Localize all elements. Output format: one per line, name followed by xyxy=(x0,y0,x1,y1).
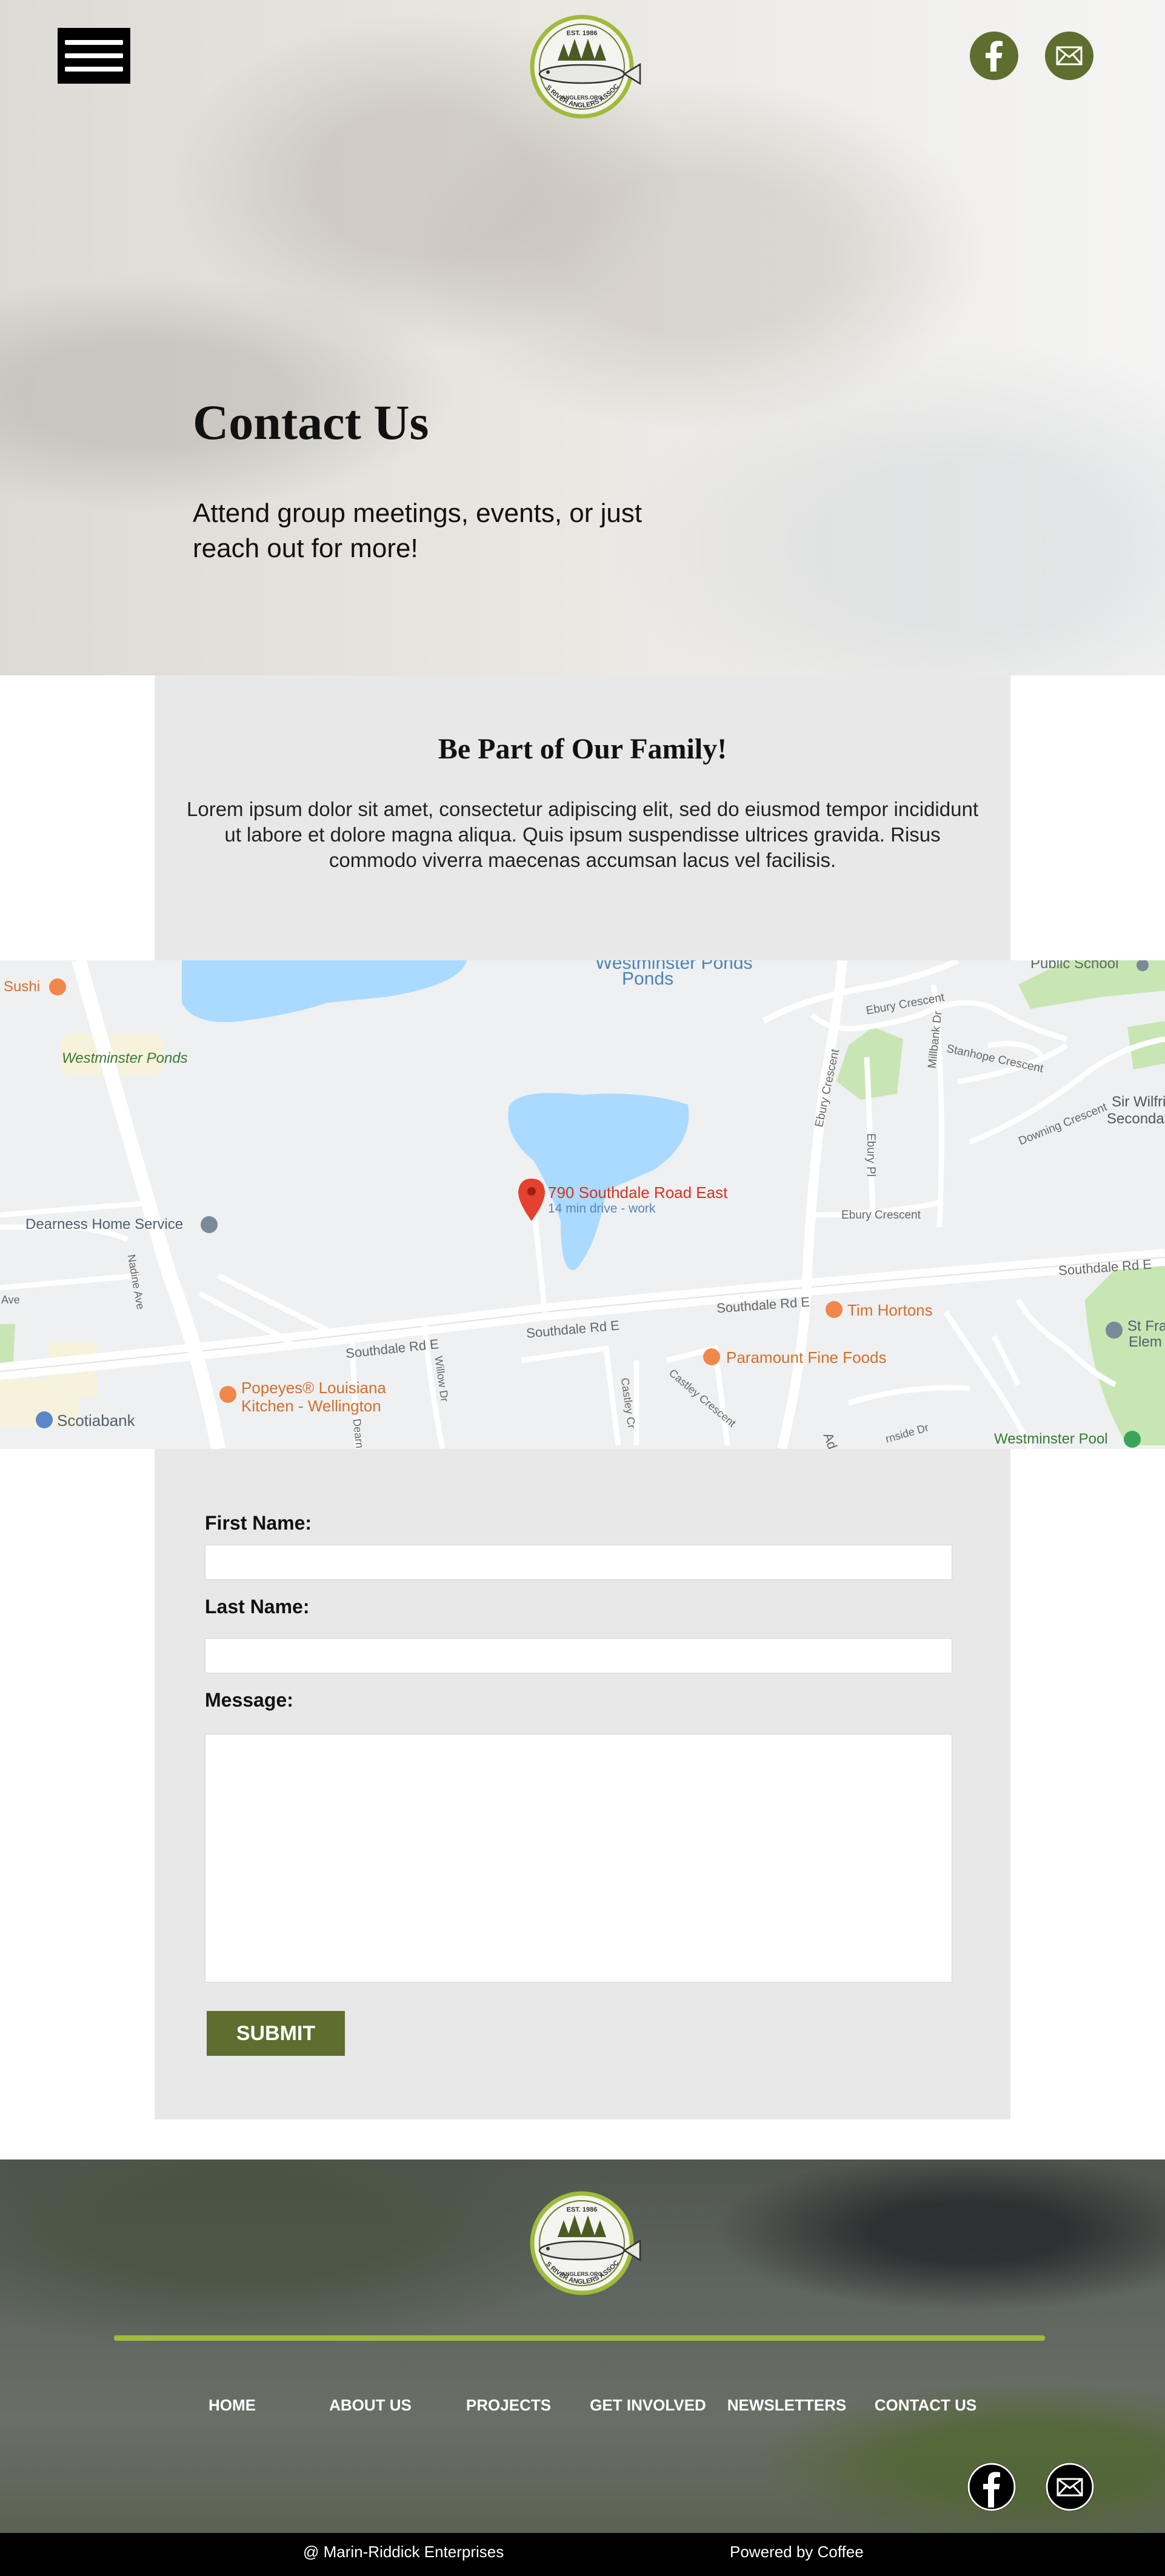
map-label: Popeyes® Louisiana xyxy=(241,1379,386,1397)
map-label: Elem xyxy=(1129,1334,1162,1350)
copyright-text: @ Marin-Riddick Enterprises xyxy=(303,2543,504,2561)
pin-subtitle: 14 min drive - work xyxy=(548,1202,656,1216)
map-label: Ebury Crescent xyxy=(841,1209,921,1222)
menu-line xyxy=(65,67,123,72)
facebook-link-button[interactable] xyxy=(970,32,1018,80)
contact-form: First Name: Last Name: Message: SUBMIT xyxy=(155,1449,1010,2119)
map-label: Sushi xyxy=(4,979,41,995)
footer: EST. 1986 ANGLERS.ORG THAMES RIVER ANGLE… xyxy=(0,2159,1165,2533)
footer-nav: HOME ABOUT US PROJECTS GET INVOLVED NEWS… xyxy=(0,2396,1165,2420)
last-name-field[interactable] xyxy=(205,1638,952,1673)
first-name-label: First Name: xyxy=(205,1512,312,1534)
bottom-bar: @ Marin-Riddick Enterprises Powered by C… xyxy=(0,2533,1165,2576)
map-label: Scotiabank xyxy=(57,1411,135,1430)
powered-by-text: Powered by Coffee xyxy=(730,2543,864,2561)
footer-nav-about-us[interactable]: ABOUT US xyxy=(329,2396,412,2415)
footer-nav-newsletters[interactable]: NEWSLETTERS xyxy=(727,2396,846,2415)
map-label: Westminster Pool xyxy=(994,1431,1108,1447)
page-title: Contact Us xyxy=(193,395,429,450)
map-label: Tim Hortons xyxy=(847,1301,933,1319)
map-label: Ponds xyxy=(622,969,674,989)
hero-section: EST. 1986 ANGLERS.ORG THAMES RIVER ANGLE… xyxy=(0,0,1165,675)
park-area xyxy=(1085,1263,1165,1445)
menu-line xyxy=(65,53,123,58)
map-label: Westminster Ponds xyxy=(62,1050,188,1066)
footer-facebook-button[interactable] xyxy=(967,2463,1016,2511)
footer-nav-contact-us[interactable]: CONTACT US xyxy=(875,2396,977,2415)
site-logo[interactable]: EST. 1986 ANGLERS.ORG THAMES RIVER ANGLE… xyxy=(520,13,644,119)
pin-title[interactable]: 790 Southdale Road East xyxy=(548,1183,727,1202)
first-name-field[interactable] xyxy=(205,1545,952,1580)
map-label: Sir Wilfri xyxy=(1112,1094,1165,1110)
message-field[interactable] xyxy=(205,1734,952,1982)
map-label: Dearness Home Service xyxy=(25,1216,184,1233)
message-label: Message: xyxy=(205,1689,293,1711)
footer-logo[interactable]: EST. 1986 ANGLERS.ORG THAMES RIVER ANGLE… xyxy=(520,2190,644,2296)
map-label: Public School xyxy=(1030,960,1119,972)
svg-text:EST. 1986: EST. 1986 xyxy=(567,30,598,37)
footer-email-button[interactable] xyxy=(1046,2463,1094,2511)
footer-divider xyxy=(114,2335,1045,2341)
mail-icon xyxy=(1046,2463,1094,2511)
map-label: Paramount Fine Foods xyxy=(726,1348,887,1367)
map-label: Ebury Pl xyxy=(864,1133,877,1177)
facebook-icon xyxy=(986,41,1003,72)
intro-body: Lorem ipsum dolor sit amet, consectetur … xyxy=(187,798,978,871)
map-label: Ave xyxy=(1,1294,20,1306)
footer-nav-projects[interactable]: PROJECTS xyxy=(466,2396,551,2415)
footer-nav-home[interactable]: HOME xyxy=(209,2396,256,2415)
intro-heading: Be Part of Our Family! xyxy=(438,733,727,765)
hero-subtitle: Attend group meetings, events, or just r… xyxy=(193,498,643,563)
map-label: Seconda xyxy=(1107,1111,1164,1127)
pond-top xyxy=(182,960,467,1022)
mail-icon xyxy=(1056,46,1083,65)
map-label: Kitchen - Wellington xyxy=(241,1397,381,1415)
last-name-label: Last Name: xyxy=(205,1596,310,1618)
adelaide-road xyxy=(777,960,847,1449)
submit-button[interactable]: SUBMIT xyxy=(207,2011,345,2056)
email-link-button[interactable] xyxy=(1045,32,1093,80)
menu-line xyxy=(65,40,123,45)
intro-card: Be Part of Our Family! Lorem ipsum dolor… xyxy=(155,675,1010,960)
map-label: St Fra xyxy=(1127,1318,1165,1334)
location-map[interactable]: Westminster Ponds Ponds Public School Su… xyxy=(0,960,1165,1449)
footer-nav-get-involved[interactable]: GET INVOLVED xyxy=(590,2396,706,2415)
location-pin-icon[interactable] xyxy=(518,1179,545,1221)
facebook-icon xyxy=(967,2463,1016,2511)
svg-text:EST. 1986: EST. 1986 xyxy=(567,2206,598,2213)
hamburger-menu-button[interactable] xyxy=(58,28,130,84)
map-label: Westminster Ponds xyxy=(595,960,753,973)
